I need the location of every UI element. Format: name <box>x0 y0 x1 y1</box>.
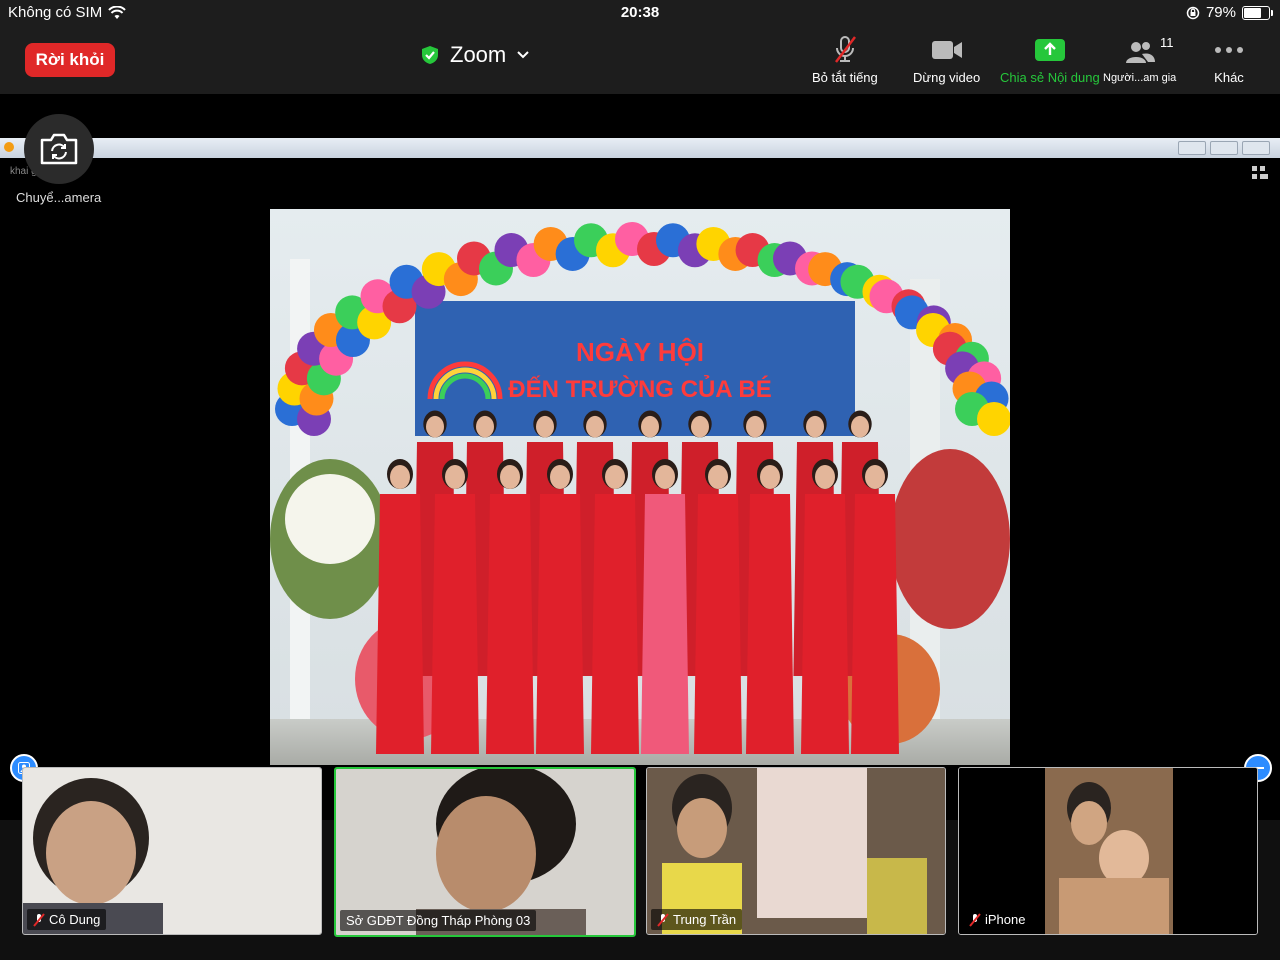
participant-tile-4[interactable]: iPhone <box>958 767 1258 935</box>
participant-name-tag: Cô Dung <box>27 909 107 930</box>
participant-name-tag: iPhone <box>963 909 1032 930</box>
mic-off-icon <box>33 912 45 927</box>
switch-camera-button[interactable] <box>24 114 94 184</box>
battery-icon <box>1242 5 1273 20</box>
participant-tile-3[interactable]: Trung Trần <box>646 767 946 935</box>
switch-camera-label: Chuyể...amera <box>16 190 102 205</box>
stop-video-button[interactable]: Dừng video <box>913 34 980 85</box>
leave-button[interactable]: Rời khỏi <box>25 43 115 77</box>
mic-off-icon <box>969 912 981 927</box>
video-camera-icon <box>931 41 962 59</box>
shield-check-icon <box>422 46 438 64</box>
participant-name: Trung Trần <box>673 912 737 927</box>
status-bar: Không có SIM 20:38 79% <box>0 0 1280 26</box>
window-buttons <box>1178 141 1270 155</box>
participant-tile-2[interactable]: Sở GDĐT Đồng Tháp Phòng 03 <box>334 767 636 937</box>
participant-name-tag: Trung Trần <box>651 909 743 930</box>
mic-off-icon <box>834 36 856 63</box>
person <box>431 459 479 754</box>
more-button[interactable]: Khác <box>1214 34 1244 85</box>
participants-icon <box>1125 42 1155 63</box>
person <box>536 459 584 754</box>
person <box>801 459 849 754</box>
camera-rotate-icon <box>40 133 78 165</box>
banner-title: NGÀY HỘI <box>576 337 704 367</box>
shared-photo: NGÀY HỘI ĐẾN TRƯỜNG CỦA BÉ <box>270 209 1010 765</box>
person <box>376 459 424 754</box>
rotation-lock-icon <box>1186 6 1200 19</box>
more-label: Khác <box>1214 70 1244 85</box>
app-title-text: Zoom <box>450 42 507 67</box>
app-dot-icon <box>4 142 14 152</box>
photo-illustration: NGÀY HỘI ĐẾN TRƯỜNG CỦA BÉ <box>270 209 1010 765</box>
participants-label: Người...am gia <box>1103 72 1177 84</box>
mute-label: Bỏ tắt tiếng <box>812 70 878 85</box>
chevron-down-icon <box>517 51 529 59</box>
share-content-button[interactable]: Chia sẻ Nội dung <box>1000 34 1100 85</box>
banner-subtitle: ĐẾN TRƯỜNG CỦA BÉ <box>508 374 772 403</box>
share-screen-icon <box>1034 39 1065 61</box>
close-icon <box>1242 141 1270 155</box>
status-right: 79% <box>1186 4 1273 21</box>
participant-name: Sở GDĐT Đồng Tháp Phòng 03 <box>346 913 531 928</box>
participant-name: iPhone <box>985 912 1026 927</box>
clock: 20:38 <box>620 4 660 21</box>
person <box>486 459 534 754</box>
participant-tile-1[interactable]: Cô Dung <box>22 767 322 935</box>
mute-button[interactable]: Bỏ tắt tiếng <box>812 34 878 85</box>
participant-name-tag: Sở GDĐT Đồng Tháp Phòng 03 <box>340 910 537 931</box>
participants-count: 11 <box>1160 35 1174 50</box>
meeting-toolbar: Rời khỏi Zoom Bỏ tắt tiếng Dừng video Ch… <box>0 26 1280 94</box>
balloon <box>977 402 1010 436</box>
participant-name: Cô Dung <box>49 912 101 927</box>
group-of-teachers <box>376 410 899 754</box>
share-content-label: Chia sẻ Nội dung <box>1000 70 1100 85</box>
person <box>641 459 689 754</box>
mic-off-icon <box>657 912 669 927</box>
person <box>746 459 794 754</box>
person <box>591 459 639 754</box>
restore-icon <box>1210 141 1238 155</box>
shared-window-titlebar <box>0 138 1280 158</box>
meeting-title[interactable]: Zoom <box>420 42 530 68</box>
battery-percent: 79% <box>1205 4 1236 21</box>
minimize-icon <box>1178 141 1206 155</box>
more-dots-icon <box>1215 47 1243 53</box>
person <box>851 459 899 754</box>
gallery-view-icon[interactable] <box>1252 166 1268 180</box>
stop-video-label: Dừng video <box>913 70 981 85</box>
person <box>694 459 742 754</box>
